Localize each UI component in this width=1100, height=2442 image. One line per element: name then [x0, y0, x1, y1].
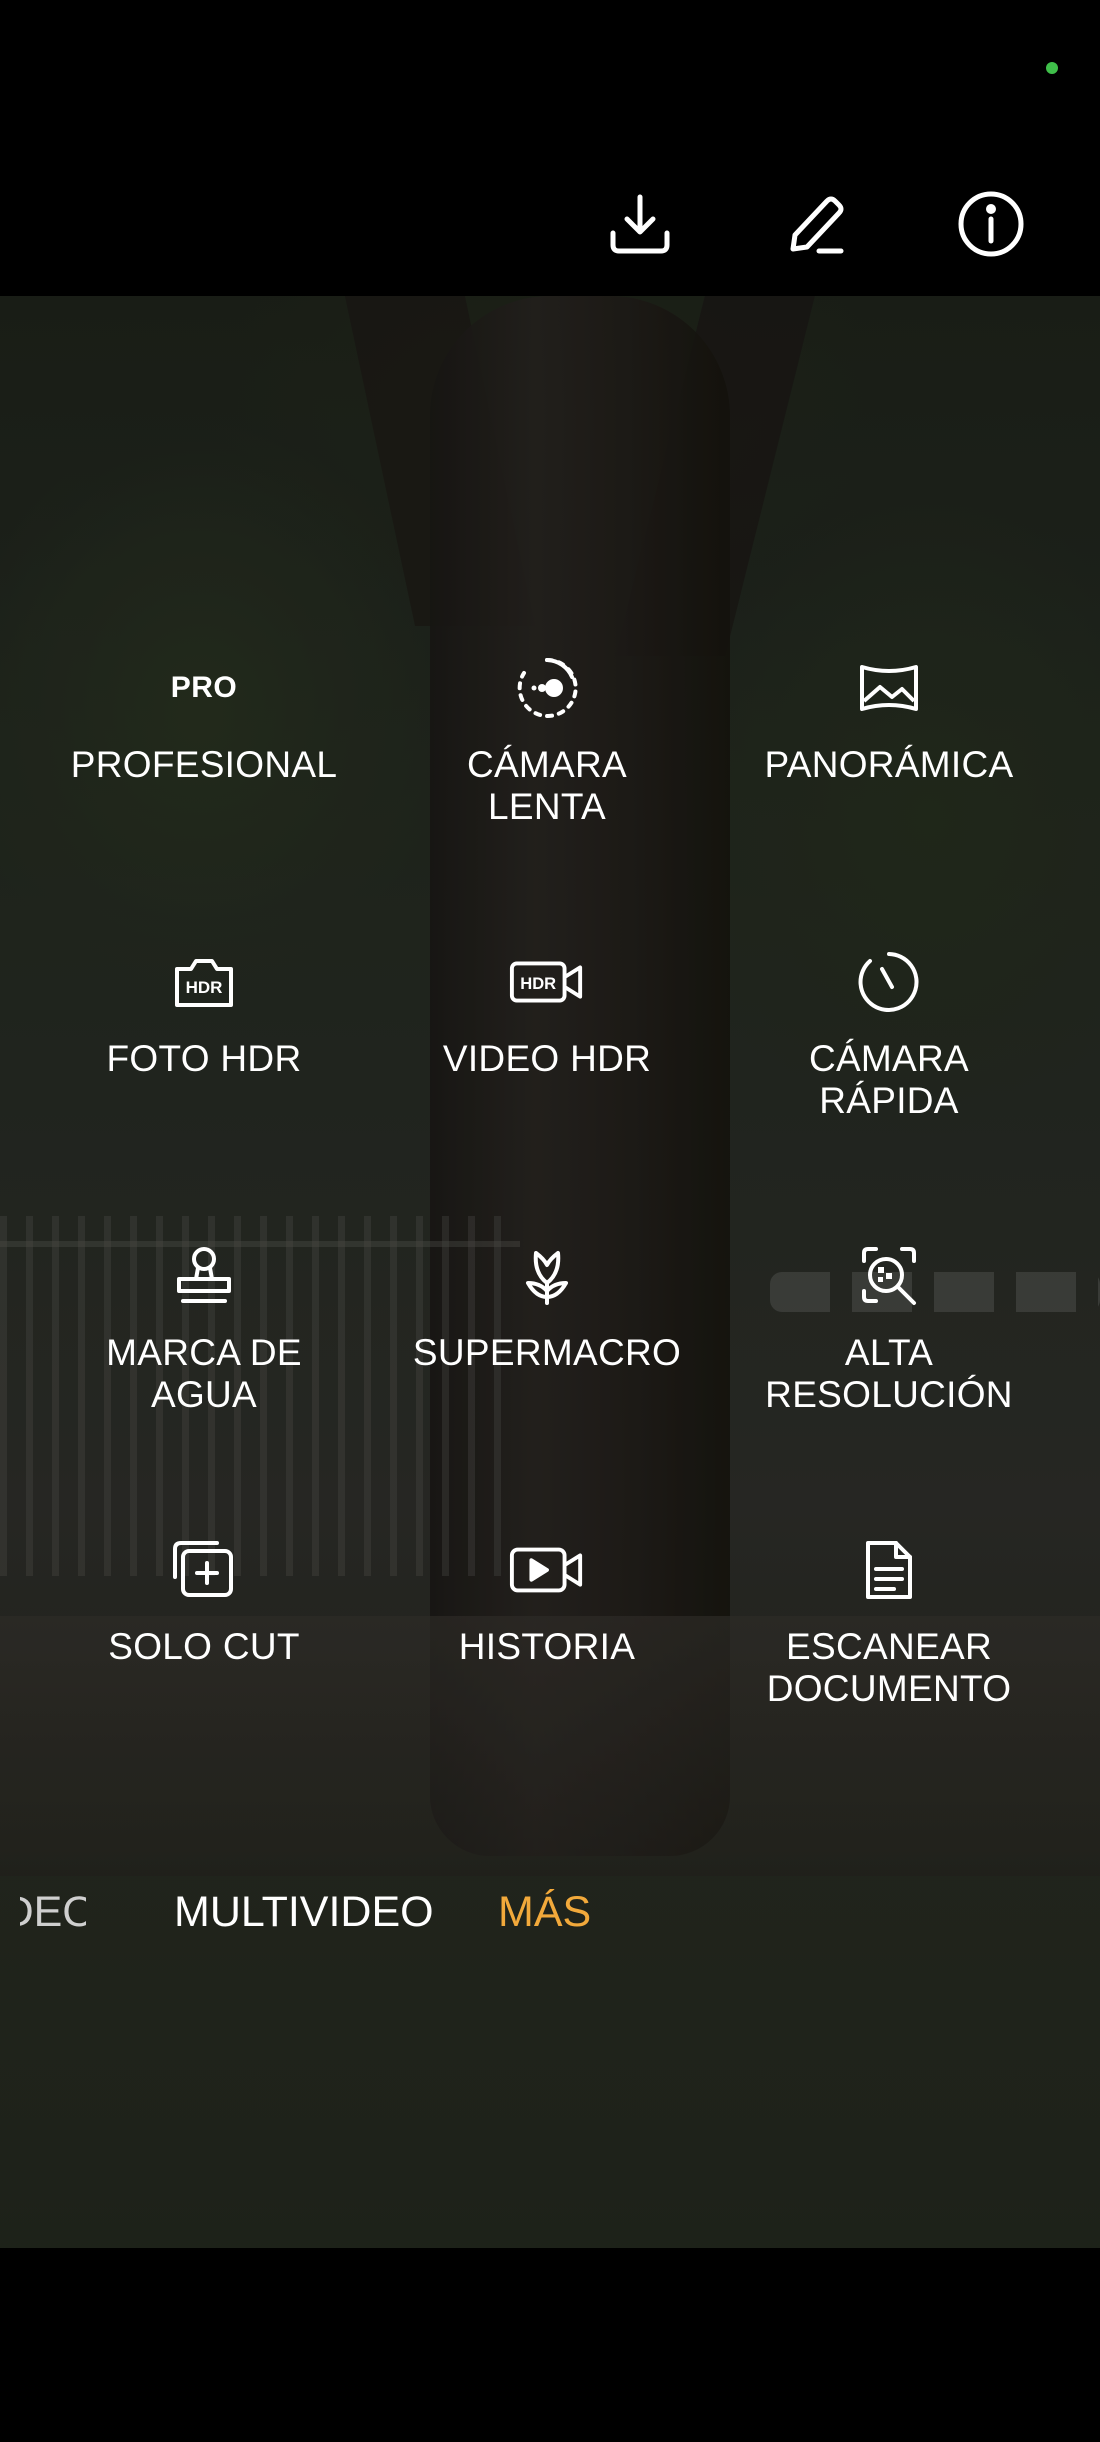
edit-button[interactable] [776, 184, 856, 264]
mode-alta-resolucion[interactable]: ALTA RESOLUCIÓN [739, 1236, 1039, 1416]
mode-video-hdr[interactable]: HDR VIDEO HDR [397, 942, 697, 1080]
mode-label: PANORÁMICA [764, 744, 1014, 785]
edit-pencil-icon [790, 196, 844, 254]
mode-supermacro[interactable]: SUPERMACRO [397, 1236, 697, 1374]
mode-label: SOLO CUT [108, 1626, 300, 1667]
mode-label: CÁMARA RÁPIDA [808, 1038, 970, 1121]
stamp-icon [177, 1247, 231, 1303]
mode-marca-de-agua[interactable]: MARCA DE AGUA [54, 1236, 354, 1416]
timer-icon [858, 952, 919, 1012]
story-video-icon [509, 1547, 583, 1593]
pro-text-icon: PRO [170, 671, 238, 704]
hdr-label: HDR [520, 974, 556, 993]
mode-camara-rapida[interactable]: CÁMARA RÁPIDA [739, 942, 1039, 1122]
download-icon [610, 194, 670, 254]
mode-label: ESCANEAR DOCUMENTO [766, 1626, 1012, 1709]
mode-label: PROFESIONAL [70, 744, 338, 785]
solo-cut-icon [173, 1541, 233, 1597]
mode-label: SUPERMACRO [412, 1332, 682, 1373]
mode-historia[interactable]: HISTORIA [397, 1530, 697, 1668]
hdr-label: HDR [186, 978, 223, 997]
mode-label: ALTA RESOLUCIÓN [765, 1332, 1013, 1415]
mode-label: CÁMARA LENTA [466, 744, 628, 827]
slow-motion-icon [517, 657, 578, 718]
mode-multivideo[interactable]: MULTIVIDEO [174, 1888, 434, 1937]
magnifier-icon [862, 1247, 916, 1305]
mode-camara-lenta[interactable]: CÁMARA LENTA [397, 648, 697, 828]
mode-label: HISTORIA [458, 1626, 636, 1667]
mode-label: MARCA DE AGUA [106, 1332, 302, 1415]
top-bar [0, 0, 1100, 296]
mode-label: VIDEO HDR [442, 1038, 652, 1079]
mode-foto-hdr[interactable]: HDR FOTO HDR [54, 942, 354, 1080]
mode-mas-selected[interactable]: MÁS [498, 1888, 591, 1937]
mode-solo-cut[interactable]: SOLO CUT [54, 1530, 354, 1668]
mode-strip[interactable]: VIDEO MULTIVIDEO MÁS [0, 1880, 1100, 1950]
info-icon [958, 191, 1024, 257]
flower-macro-icon [526, 1251, 568, 1305]
mode-escanear-documento[interactable]: ESCANEAR DOCUMENTO [739, 1530, 1039, 1710]
info-button[interactable] [951, 184, 1031, 264]
hdr-camera-icon: HDR [175, 959, 233, 1007]
mode-profesional[interactable]: PRO PROFESIONAL [54, 648, 354, 786]
mode-label: FOTO HDR [106, 1038, 302, 1079]
document-icon [866, 1541, 912, 1599]
panorama-icon [860, 665, 918, 711]
download-button[interactable] [600, 184, 680, 264]
mode-panoramica[interactable]: PANORÁMICA [739, 648, 1039, 786]
bottom-bar [0, 2248, 1100, 2442]
privacy-indicator-dot [1046, 62, 1058, 74]
mode-video-clipped[interactable]: VIDEO [20, 1888, 86, 1948]
hdr-video-icon: HDR [509, 961, 583, 1003]
